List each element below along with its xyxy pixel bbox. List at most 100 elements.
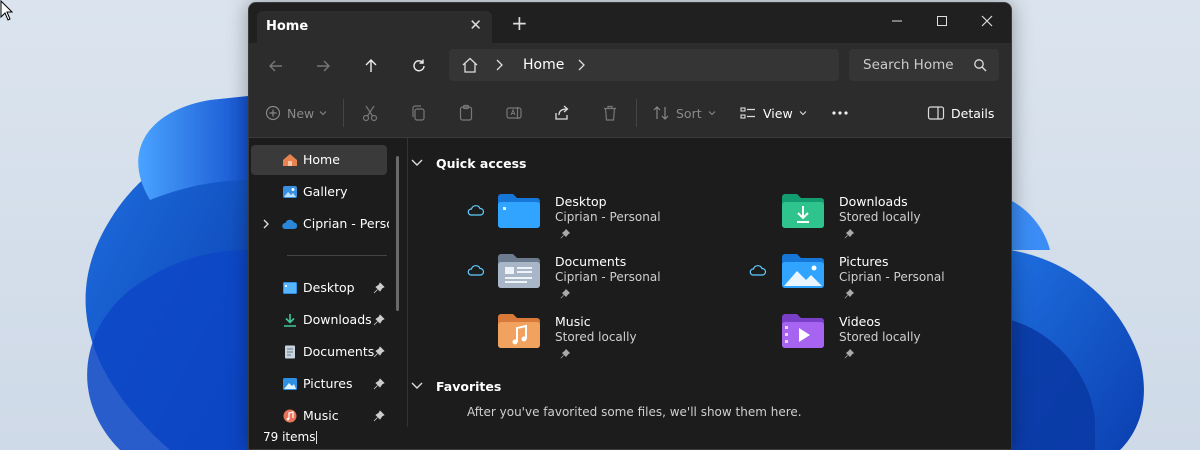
pin-icon[interactable] <box>373 346 385 358</box>
paste-button[interactable] <box>457 103 475 123</box>
rename-button[interactable] <box>505 103 523 123</box>
sidebar-item-onedrive[interactable]: Ciprian - Personal <box>251 209 389 239</box>
status-bar: 79 items <box>249 427 1011 449</box>
quick-access-header[interactable]: Quick access <box>411 156 527 171</box>
quick-access-location: Stored locally <box>839 210 921 224</box>
toolbar-separator <box>636 99 637 127</box>
minimize-button[interactable] <box>874 7 920 35</box>
cut-button[interactable] <box>361 103 379 123</box>
home-icon <box>283 154 297 166</box>
quick-access-location: Ciprian - Personal <box>839 270 945 284</box>
chevron-down-icon[interactable] <box>410 380 424 392</box>
search-placeholder[interactable]: Search Home <box>863 57 954 73</box>
tab-close-icon[interactable]: ✕ <box>469 16 482 34</box>
share-icon <box>555 105 569 120</box>
copy-button[interactable] <box>409 103 427 123</box>
address-bar[interactable]: Home <box>449 49 839 81</box>
new-tab-plus-icon[interactable]: + <box>511 13 528 33</box>
mouse-cursor-icon <box>0 0 14 21</box>
pin-icon <box>844 349 854 359</box>
navigation-bar: Home Search Home <box>249 43 1011 89</box>
home-icon[interactable] <box>461 56 479 74</box>
sidebar-item-pictures[interactable]: Pictures <box>251 369 387 399</box>
sidebar-item-label: Gallery <box>303 184 348 199</box>
quick-access-item-documents[interactable]: Documents Ciprian - Personal <box>467 253 747 309</box>
desktop-folder-icon <box>283 282 297 294</box>
chevron-down-icon <box>799 111 807 116</box>
favorites-empty-message: After you've favorited some files, we'll… <box>467 405 802 419</box>
quick-access-name: Downloads <box>839 194 908 209</box>
search-icon[interactable] <box>973 58 987 72</box>
videos-folder-icon <box>782 314 824 348</box>
quick-access-item-downloads[interactable]: Downloads Stored locally <box>751 193 1011 249</box>
favorites-title: Favorites <box>436 379 502 394</box>
back-button[interactable] <box>265 55 287 77</box>
toolbar-separator <box>343 99 344 127</box>
favorites-header[interactable]: Favorites <box>411 379 502 394</box>
sort-icon <box>653 106 669 120</box>
tab-title: Home <box>266 19 309 34</box>
sort-button[interactable]: Sort <box>652 103 717 123</box>
tab-home[interactable]: Home ✕ <box>257 11 492 43</box>
quick-access-item-videos[interactable]: Videos Stored locally <box>751 313 1011 369</box>
address-location[interactable]: Home <box>523 57 564 73</box>
sidebar-item-label: Ciprian - Personal <box>303 216 389 231</box>
chevron-right-icon[interactable] <box>261 218 271 230</box>
details-button[interactable]: Details <box>927 103 994 123</box>
close-icon <box>981 15 993 27</box>
chevron-right-icon[interactable] <box>577 57 587 73</box>
quick-access-name: Videos <box>839 314 881 329</box>
pin-icon[interactable] <box>373 410 385 422</box>
cloud-sync-icon <box>467 205 485 216</box>
refresh-icon <box>413 59 425 72</box>
up-button[interactable] <box>360 55 382 77</box>
sidebar-item-label: Home <box>303 152 340 167</box>
pin-icon[interactable] <box>373 378 385 390</box>
cloud-sync-icon <box>467 265 485 276</box>
gallery-icon <box>283 186 297 198</box>
quick-access-item-pictures[interactable]: Pictures Ciprian - Personal <box>749 253 1011 309</box>
more-options-button[interactable] <box>831 103 849 123</box>
arrow-right-icon <box>317 60 330 72</box>
new-label: New <box>287 105 315 121</box>
share-button[interactable] <box>553 103 571 123</box>
quick-access-item-desktop[interactable]: Desktop Ciprian - Personal <box>467 193 747 249</box>
pin-icon[interactable] <box>373 314 385 326</box>
search-box[interactable]: Search Home <box>849 49 999 81</box>
quick-access-location: Ciprian - Personal <box>555 270 661 284</box>
arrow-left-icon <box>269 60 282 72</box>
maximize-button[interactable] <box>919 7 965 35</box>
documents-folder-icon <box>498 254 540 288</box>
sidebar-item-gallery[interactable]: Gallery <box>251 177 387 207</box>
view-list-icon <box>740 107 755 119</box>
view-button[interactable]: View <box>739 103 808 123</box>
details-pane-icon <box>927 106 945 120</box>
pin-icon <box>844 229 854 239</box>
chevron-right-icon[interactable] <box>495 57 505 73</box>
cloud-sync-icon <box>749 265 767 276</box>
desktop-folder-icon <box>498 194 540 228</box>
navigation-pane: Home Gallery Ciprian - Personal Desktop … <box>249 138 408 427</box>
maximize-icon <box>937 16 947 26</box>
refresh-button[interactable] <box>408 55 430 77</box>
new-button[interactable]: New <box>265 103 328 123</box>
view-label: View <box>763 105 793 121</box>
copy-icon <box>412 105 425 121</box>
pin-icon[interactable] <box>373 282 385 294</box>
item-count: 79 items <box>263 430 316 444</box>
main-content: Quick access Desktop Ciprian - Personal … <box>408 138 1011 427</box>
quick-access-name: Documents <box>555 254 627 269</box>
sidebar-item-home[interactable]: Home <box>251 145 387 175</box>
title-bar: Home ✕ + <box>249 3 1011 43</box>
pictures-icon <box>283 378 297 390</box>
sidebar-scrollbar[interactable] <box>396 156 399 311</box>
quick-access-item-music[interactable]: Music Stored locally <box>467 313 747 369</box>
delete-button[interactable] <box>601 103 619 123</box>
sidebar-item-downloads[interactable]: Downloads <box>251 305 387 335</box>
chevron-down-icon[interactable] <box>410 157 424 169</box>
sidebar-item-desktop[interactable]: Desktop <box>251 273 387 303</box>
chevron-down-icon <box>319 111 327 116</box>
sidebar-item-documents[interactable]: Documents <box>251 337 387 367</box>
forward-button[interactable] <box>312 55 334 77</box>
close-button[interactable] <box>964 7 1010 35</box>
